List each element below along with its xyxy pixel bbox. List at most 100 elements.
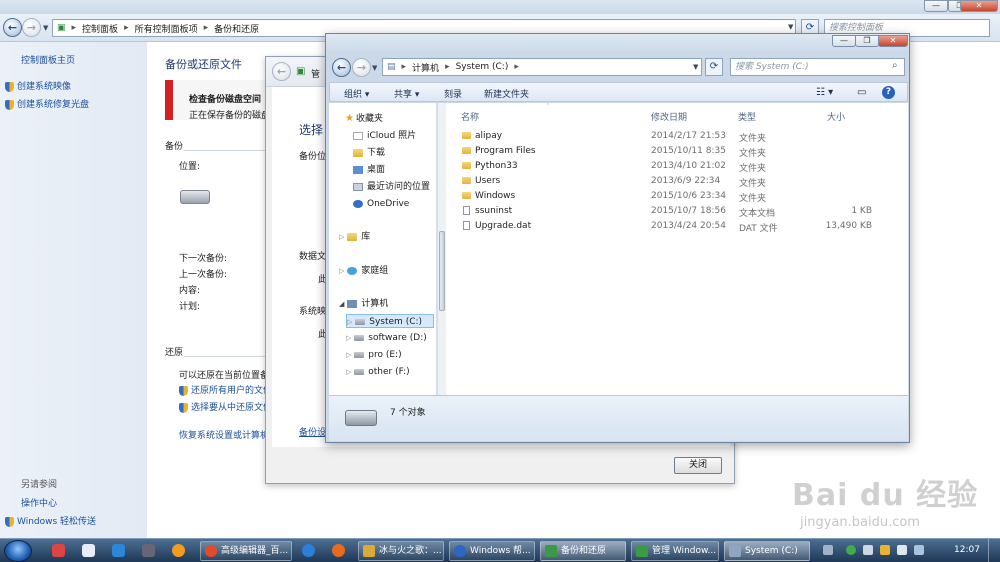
address-dropdown-icon[interactable]: ▼ [788, 23, 793, 31]
explorer-history-icon[interactable]: ▼ [372, 64, 377, 72]
task-item[interactable]: Windows 帮... [449, 541, 535, 561]
tray-icon[interactable] [846, 545, 856, 555]
tray-icon[interactable] [914, 545, 924, 555]
explorer-address-dropdown-icon[interactable]: ▼ [693, 63, 698, 71]
organize-menu[interactable]: 组织 ▾ [344, 87, 369, 100]
search-icon[interactable]: ⌕ [892, 60, 898, 71]
action-center-link[interactable]: 操作中心 [21, 496, 57, 509]
nav-item[interactable]: OneDrive [353, 197, 409, 211]
homegroup-node[interactable]: ▷ 家庭组 [339, 264, 388, 278]
item-count: 7 个对象 [390, 408, 426, 418]
table-row[interactable]: Windows 2015/10/6 23:34 文件夹 [452, 189, 872, 204]
column-header-date[interactable]: 修改日期 [651, 110, 687, 123]
quicklaunch-item[interactable] [166, 541, 192, 561]
section-divider [184, 356, 265, 357]
tray-icon[interactable] [880, 545, 890, 555]
table-row[interactable]: alipay 2014/2/17 21:53 文件夹 [452, 129, 872, 144]
breadcrumb-item[interactable]: 所有控制面板项 [135, 22, 198, 35]
file-type: 文件夹 [739, 179, 767, 189]
quicklaunch-item[interactable] [326, 541, 352, 561]
file-name: Upgrade.dat [475, 221, 532, 231]
explorer-maximize-button[interactable]: ❐ [855, 35, 879, 47]
explorer-close-button[interactable]: ✕ [878, 35, 908, 47]
backup-settings-link[interactable]: 备份设 [299, 425, 326, 438]
volume-icon[interactable] [897, 545, 907, 555]
quicklaunch-item[interactable] [136, 541, 162, 561]
task-item[interactable]: System (C:) [724, 541, 810, 561]
windows-easy-transfer-link[interactable]: Windows 轻松传送 [5, 514, 96, 527]
new-folder-button[interactable]: 新建文件夹 [484, 87, 529, 100]
restore-section-heading: 还原 [165, 348, 184, 358]
task-item[interactable]: 高级编辑器_百... [200, 541, 292, 561]
text-file-icon [463, 206, 470, 215]
control-panel-home-link[interactable]: 控制面板主页 [21, 53, 75, 66]
share-menu[interactable]: 共享 ▾ [394, 87, 419, 100]
column-header-type[interactable]: 类型 [738, 110, 756, 123]
column-header-name[interactable]: 名称 [461, 110, 479, 123]
explorer-address-bar[interactable]: ▤ ▸ 计算机 ▸ System (C:) ▸ [382, 58, 702, 76]
create-system-image-link[interactable]: 创建系统映像 [5, 79, 71, 92]
network-icon[interactable] [863, 545, 873, 555]
burn-button[interactable]: 刻录 [444, 87, 462, 100]
restore-description: 可以还原在当前位置备 [179, 371, 270, 381]
back-button[interactable]: ← [3, 18, 22, 37]
dialog-back-button[interactable]: ← [272, 62, 291, 81]
drive-c-node[interactable]: ▷ System (C:) [346, 314, 434, 328]
nav-item[interactable]: iCloud 照片 [353, 129, 416, 143]
nav-item[interactable]: 最近访问的位置 [353, 180, 430, 194]
drive-f-node[interactable]: ▷ other (F:) [346, 365, 410, 379]
backup-location-label: 备份位 [299, 152, 327, 162]
drive-e-node[interactable]: ▷ pro (E:) [346, 348, 402, 362]
navigation-scrollbar[interactable] [437, 103, 446, 395]
drive-icon [354, 368, 365, 375]
start-button[interactable] [4, 540, 32, 562]
create-repair-disc-link[interactable]: 创建系统修复光盘 [5, 97, 89, 110]
help-icon[interactable]: ? [882, 86, 895, 99]
computer-node[interactable]: ◢ 计算机 [339, 297, 388, 311]
tray-icon[interactable] [823, 545, 833, 555]
task-item[interactable]: 备份和还原 [540, 541, 626, 561]
navigation-pane: ★ 收藏夹 iCloud 照片 下载 桌面 最近访问的位置 OneDrive ▷ … [329, 103, 437, 395]
favorites-node[interactable]: ★ 收藏夹 [345, 112, 383, 126]
breadcrumb-item[interactable]: 控制面板 [82, 22, 118, 35]
table-row[interactable]: Python33 2013/4/10 21:02 文件夹 [452, 159, 872, 174]
history-dropdown-icon[interactable]: ▼ [43, 24, 48, 32]
breadcrumb-item[interactable]: 计算机 [412, 61, 439, 74]
breadcrumb-item[interactable]: 备份和还原 [214, 22, 259, 35]
table-row[interactable]: Users 2013/6/9 22:34 文件夹 [452, 174, 872, 189]
quicklaunch-item[interactable] [106, 541, 132, 561]
libraries-node[interactable]: ▷ 库 [339, 230, 370, 244]
explorer-search-input[interactable]: 搜索 System (C:) [730, 58, 905, 76]
recover-system-link[interactable]: 恢复系统设置或计算机 [179, 428, 269, 441]
scrollbar-thumb[interactable] [439, 231, 445, 311]
nav-item[interactable]: 桌面 [353, 163, 385, 177]
clock[interactable]: 12:07 [954, 545, 980, 555]
task-item[interactable]: 管理 Window... [631, 541, 719, 561]
quicklaunch-item[interactable] [76, 541, 102, 561]
close-dialog-button[interactable]: 关闭 [674, 457, 722, 474]
explorer-minimize-button[interactable]: — [832, 35, 856, 47]
task-item[interactable]: 冰与火之歌：... [358, 541, 444, 561]
nav-item[interactable]: 下载 [353, 146, 385, 160]
close-button[interactable]: ✕ [960, 0, 998, 12]
preview-pane-icon[interactable]: ▭ [857, 87, 866, 98]
breadcrumb-item[interactable]: System (C:) [456, 62, 509, 72]
forward-button[interactable]: → [22, 18, 41, 37]
select-backup-link[interactable]: 选择要从中还原文件 [179, 400, 272, 413]
quicklaunch-item[interactable] [46, 541, 72, 561]
restore-all-users-link[interactable]: 还原所有用户的文件 [179, 383, 272, 396]
column-header-size[interactable]: 大小 [827, 110, 845, 123]
see-also-heading: 另请参阅 [21, 480, 58, 490]
minimize-button[interactable]: — [924, 0, 948, 12]
watermark-url: jingyan.baidu.com [800, 515, 920, 530]
explorer-forward-button[interactable]: → [352, 58, 371, 77]
view-options-icon[interactable]: ☷ ▾ [816, 87, 833, 98]
table-row[interactable]: Program Files 2015/10/11 8:35 文件夹 [452, 144, 872, 159]
drive-d-node[interactable]: ▷ software (D:) [346, 331, 427, 345]
table-row[interactable]: ssuninst 2015/10/7 18:56 文本文档 1 KB [452, 204, 872, 219]
explorer-back-button[interactable]: ← [332, 58, 351, 77]
quicklaunch-item[interactable] [296, 541, 322, 561]
table-row[interactable]: Upgrade.dat 2013/4/24 20:54 DAT 文件 13,49… [452, 219, 872, 234]
show-desktop-button[interactable] [988, 539, 1000, 562]
explorer-refresh-icon[interactable]: ⟳ [705, 58, 723, 76]
